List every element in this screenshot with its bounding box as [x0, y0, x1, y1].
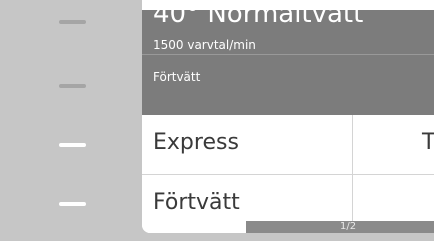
rail-indicator-3[interactable] — [59, 143, 86, 147]
rail-indicator-1[interactable] — [59, 20, 86, 24]
rail-indicator-2[interactable] — [59, 84, 86, 88]
option-label: Express — [153, 130, 239, 155]
option-label: Förtvätt — [153, 190, 240, 215]
program-header: 40° Normaltvätt 1500 varvtal/min Förtvät… — [142, 10, 434, 115]
option-side-text: T — [422, 130, 434, 155]
option-row-express[interactable]: Express T — [142, 115, 434, 175]
row-divider — [352, 115, 353, 174]
side-rail — [0, 0, 142, 241]
rail-indicator-4[interactable] — [59, 202, 86, 206]
program-panel: 40° Normaltvätt 1500 varvtal/min Förtvät… — [142, 10, 434, 233]
selected-options: Förtvätt — [153, 70, 201, 84]
spin-speed: 1500 varvtal/min — [153, 38, 256, 52]
header-divider — [142, 54, 434, 55]
page-indicator[interactable]: 1/2 — [246, 221, 434, 233]
program-title: 40° Normaltvätt — [153, 10, 364, 29]
page-indicator-text: 1/2 — [340, 221, 357, 232]
